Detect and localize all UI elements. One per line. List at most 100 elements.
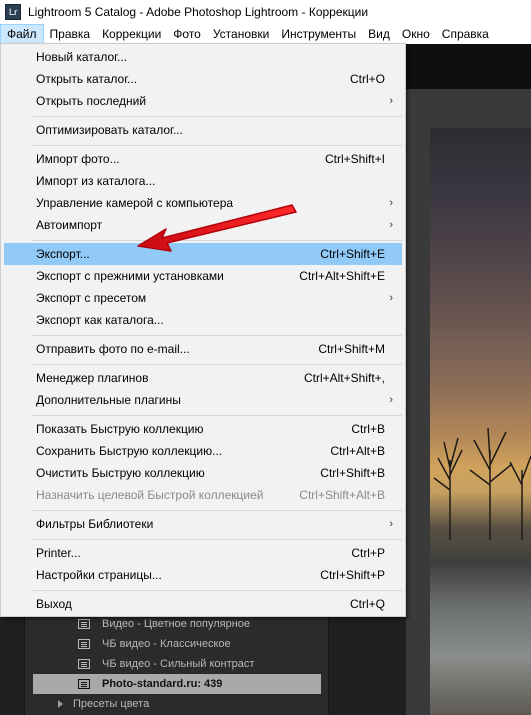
menu-item-label: Менеджер плагинов [36,371,149,385]
menu-item-library-filters[interactable]: Фильтры Библиотеки › [4,513,402,535]
menu-item-label: Новый каталог... [36,50,128,64]
menu-window[interactable]: Окно [396,24,436,44]
menu-item-label: Импорт фото... [36,152,120,166]
menu-item-plugin-extras[interactable]: Дополнительные плагины › [4,389,402,411]
tree-silhouettes [433,427,531,540]
menu-item-page-setup[interactable]: Настройки страницы... Ctrl+Shift+P [4,564,402,586]
preset-folder[interactable]: Пресеты цвета [33,694,321,714]
menu-item-label: Дополнительные плагины [36,393,181,407]
menu-item-label: Показать Быструю коллекцию [36,422,204,436]
shortcut: Ctrl+Shift+E [320,247,385,261]
menu-item-label: Экспорт... [36,247,90,261]
submenu-arrow-icon: › [389,292,393,304]
preset-item[interactable]: Видео - Цветное популярное [33,614,321,634]
menu-item-label: Отправить фото по e-mail... [36,342,190,356]
menu-item-open-catalog[interactable]: Открыть каталог... Ctrl+O [4,68,402,90]
menu-item-label: Открыть последний [36,94,147,108]
menu-item-label: Выход [36,597,72,611]
menu-separator [32,240,402,241]
menu-item-plugin-manager[interactable]: Менеджер плагинов Ctrl+Alt+Shift+, [4,367,402,389]
menu-item-label: Автоимпорт [36,218,103,232]
menu-item-email-photo[interactable]: Отправить фото по e-mail... Ctrl+Shift+M [4,338,402,360]
shortcut: Ctrl+P [351,546,385,560]
file-menu-dropdown: Новый каталог... Открыть каталог... Ctrl… [0,43,406,617]
menu-item-open-recent[interactable]: Открыть последний › [4,90,402,112]
preset-icon [78,659,90,669]
shortcut: Ctrl+O [349,72,385,86]
submenu-arrow-icon: › [389,394,393,406]
preset-icon [78,619,90,629]
menu-help[interactable]: Справка [436,24,495,44]
preset-item-selected[interactable]: Photo-standard.ru: 439 [33,674,321,694]
menu-item-show-quick-collection[interactable]: Показать Быструю коллекцию Ctrl+B [4,418,402,440]
lightroom-app-icon: Lr [5,4,21,20]
menu-item-auto-import[interactable]: Автоимпорт › [4,214,402,236]
menu-bar: Файл Правка Коррекции Фото Установки Инс… [0,24,531,44]
menu-item-label: Printer... [36,546,81,560]
preset-icon [78,679,90,689]
menu-separator [32,335,402,336]
shortcut: Ctrl+Alt+Shift+E [299,269,385,283]
expand-triangle-icon[interactable] [58,700,63,708]
shortcut: Ctrl+Alt+Shift+, [303,371,385,385]
submenu-arrow-icon: › [389,95,393,107]
menu-item-new-catalog[interactable]: Новый каталог... [4,46,402,68]
menu-edit[interactable]: Правка [44,24,97,44]
shortcut: Ctrl+Shift+M [318,342,385,356]
menu-item-exit[interactable]: Выход Ctrl+Q [4,593,402,615]
shortcut: Ctrl+B [351,422,385,436]
menu-separator [32,116,402,117]
menu-settings[interactable]: Установки [207,24,275,44]
menu-item-label: Экспорт как каталога... [36,313,164,327]
menu-item-label: Открыть каталог... [36,72,138,86]
submenu-arrow-icon: › [389,518,393,530]
shortcut: Ctrl+Shift+Alt+B [299,488,385,502]
menu-item-import-from-catalog[interactable]: Импорт из каталога... [4,170,402,192]
menu-item-printer[interactable]: Printer... Ctrl+P [4,542,402,564]
menu-item-clear-quick-collection[interactable]: Очистить Быструю коллекцию Ctrl+Shift+B [4,462,402,484]
menu-file[interactable]: Файл [0,24,44,44]
preset-label: Photo-standard.ru: 439 [102,678,223,690]
shortcut: Ctrl+Alt+B [330,444,385,458]
top-module-bar [406,44,531,89]
menu-item-export[interactable]: Экспорт... Ctrl+Shift+E [4,243,402,265]
preset-label: Видео - Цветное популярное [102,618,251,630]
menu-tools[interactable]: Инструменты [275,24,362,44]
menu-separator [32,539,402,540]
menu-item-label: Очистить Быструю коллекцию [36,466,205,480]
menu-item-label: Оптимизировать каталог... [36,123,183,137]
menu-item-export-with-preset[interactable]: Экспорт с пресетом › [4,287,402,309]
preset-label: ЧБ видео - Классическое [102,638,231,650]
menu-photo[interactable]: Фото [167,24,207,44]
menu-separator [32,590,402,591]
menu-item-export-as-catalog[interactable]: Экспорт как каталога... [4,309,402,331]
menu-develop[interactable]: Коррекции [96,24,167,44]
shortcut: Ctrl+Shift+B [320,466,385,480]
shortcut: Ctrl+Q [349,597,385,611]
menu-item-label: Назначить целевой Быстрой коллекцией [36,488,264,502]
menu-item-label: Экспорт с прежними установками [36,269,224,283]
shortcut: Ctrl+Shift+I [324,152,385,166]
menu-item-export-previous[interactable]: Экспорт с прежними установками Ctrl+Alt+… [4,265,402,287]
menu-item-optimize-catalog[interactable]: Оптимизировать каталог... [4,119,402,141]
menu-item-label: Импорт из каталога... [36,174,156,188]
preset-label: ЧБ видео - Сильный контраст [102,658,255,670]
submenu-arrow-icon: › [389,197,393,209]
menu-item-save-quick-collection[interactable]: Сохранить Быструю коллекцию... Ctrl+Alt+… [4,440,402,462]
menu-separator [32,145,402,146]
menu-item-label: Экспорт с пресетом [36,291,147,305]
menu-item-set-target-quick-collection: Назначить целевой Быстрой коллекцией Ctr… [4,484,402,506]
menu-separator [32,415,402,416]
preset-icon [78,639,90,649]
preset-item[interactable]: ЧБ видео - Классическое [33,634,321,654]
menu-item-label: Настройки страницы... [36,568,162,582]
preset-folder-label: Пресеты цвета [73,698,150,710]
menu-item-import-photos[interactable]: Импорт фото... Ctrl+Shift+I [4,148,402,170]
menu-view[interactable]: Вид [362,24,396,44]
window-title: Lightroom 5 Catalog - Adobe Photoshop Li… [28,5,369,19]
preset-item[interactable]: ЧБ видео - Сильный контраст [33,654,321,674]
shortcut: Ctrl+Shift+P [320,568,385,582]
menu-item-label: Управление камерой с компьютера [36,196,234,210]
menu-item-tethered-capture[interactable]: Управление камерой с компьютера › [4,192,402,214]
menu-separator [32,364,402,365]
